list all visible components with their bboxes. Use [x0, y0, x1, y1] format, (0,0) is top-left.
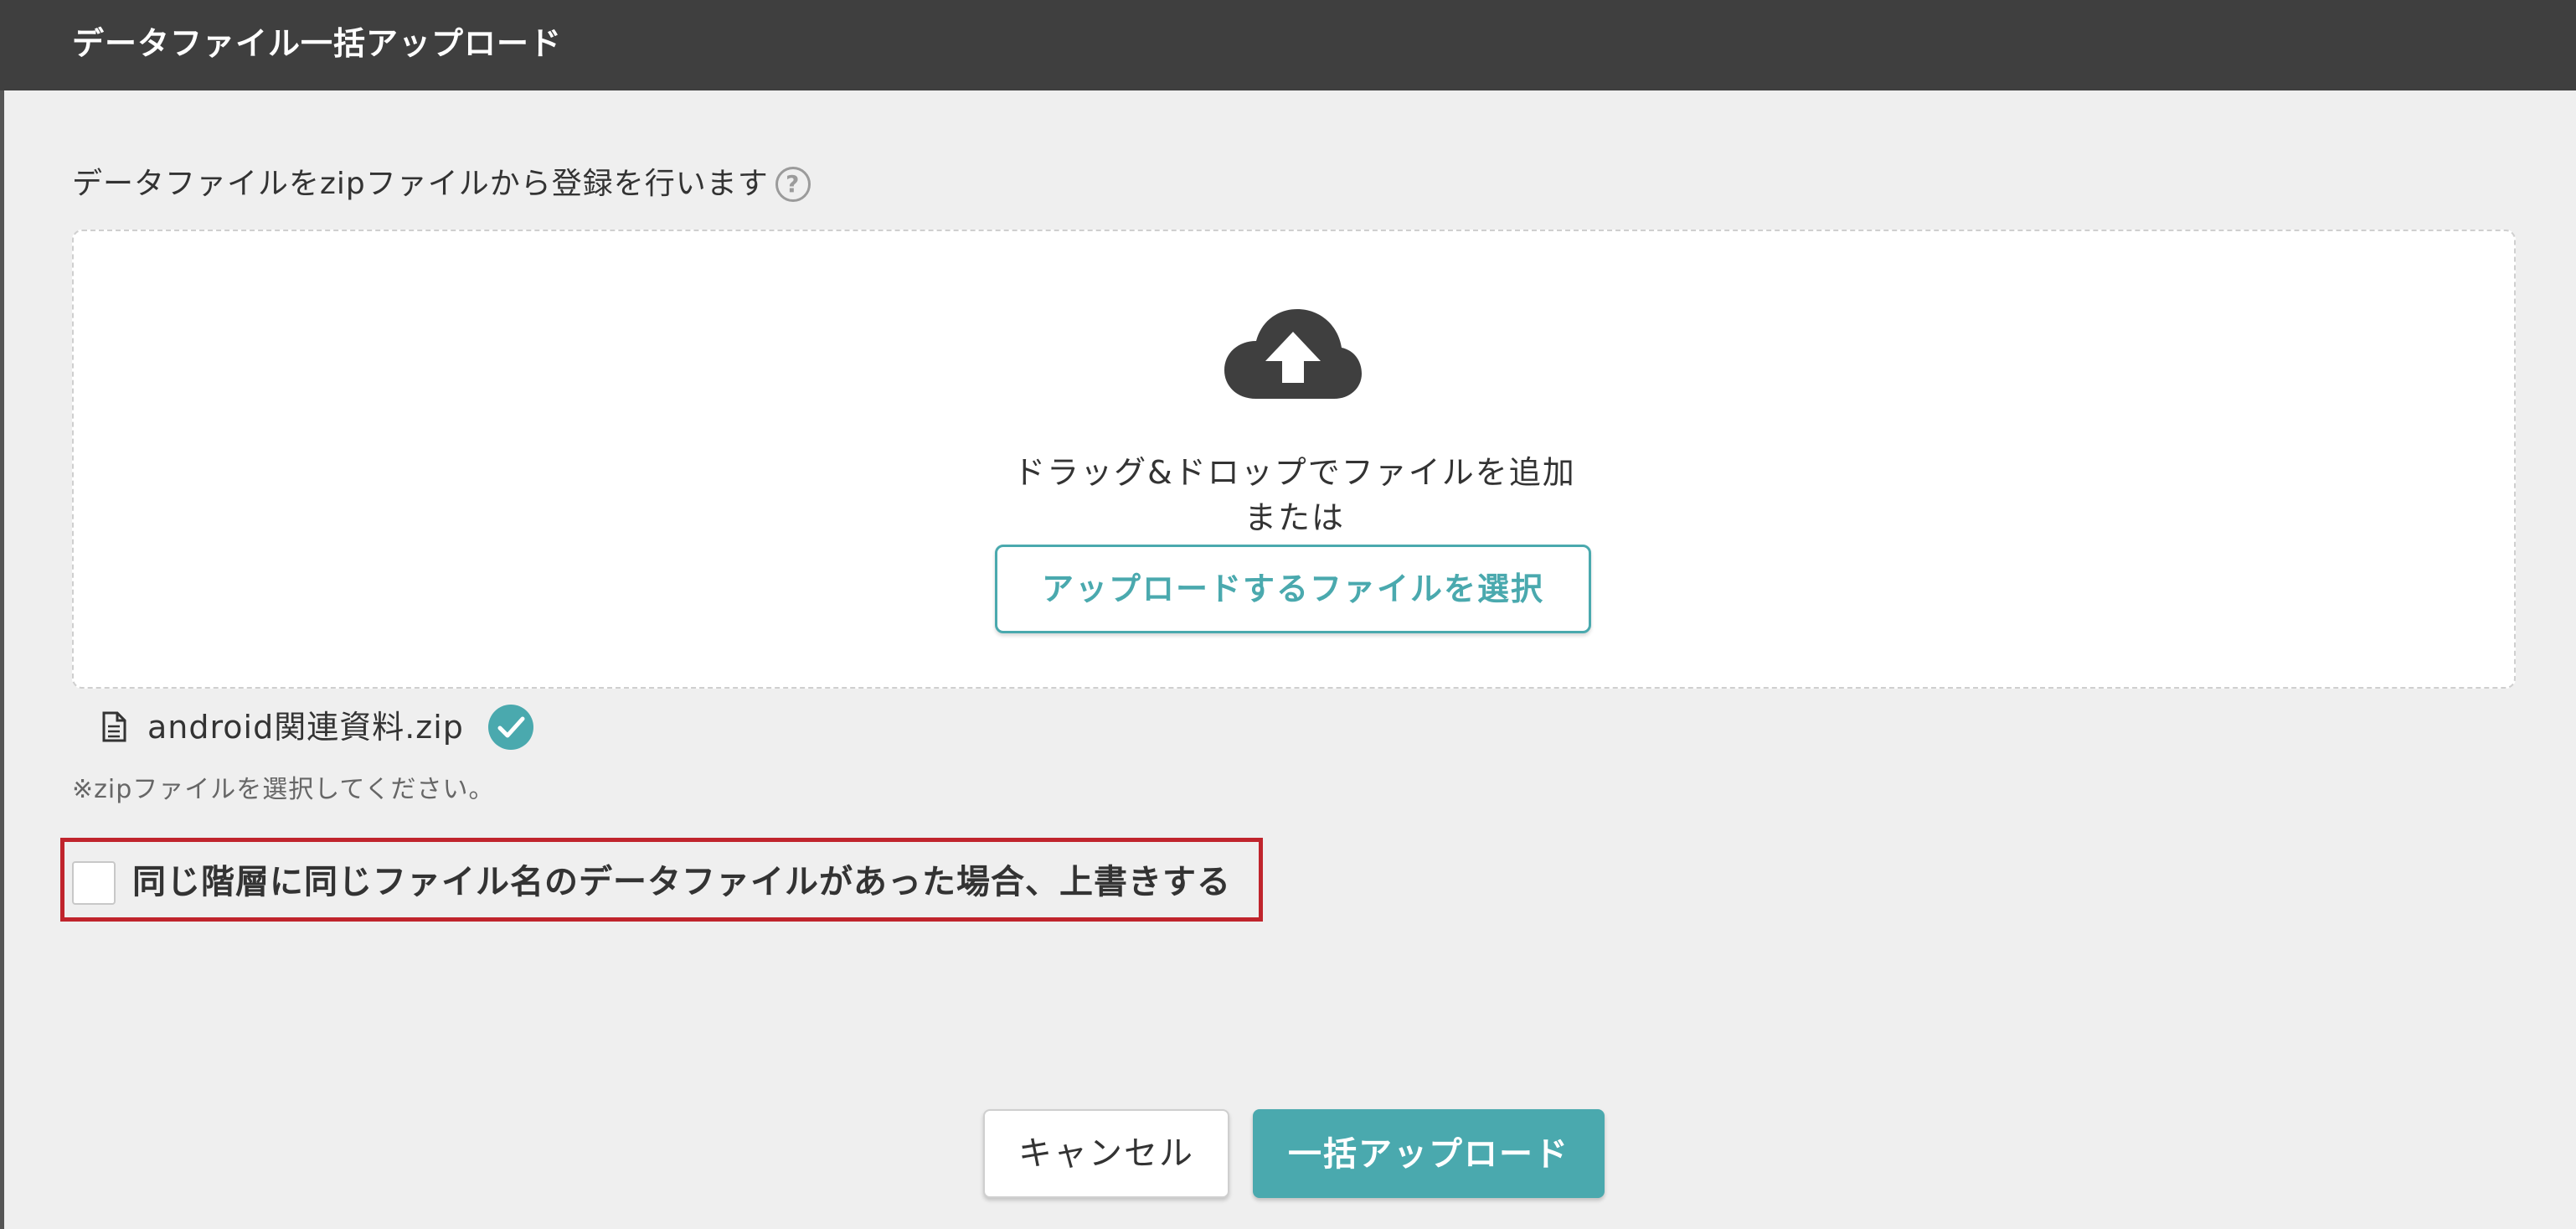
dialog-header: データファイル一括アップロード — [0, 0, 2576, 90]
question-circle-icon[interactable]: ? — [775, 167, 811, 202]
zip-file-note: ※zipファイルを選択してください。 — [72, 775, 495, 804]
drag-drop-text: ドラッグ&ドロップでファイルを追加 — [1013, 454, 1576, 491]
dialog-title: データファイル一括アップロード — [72, 25, 563, 62]
upload-description: データファイルをzipファイルから登録を行います ? — [72, 164, 811, 204]
cancel-button[interactable]: キャンセル — [983, 1109, 1229, 1198]
overwrite-checkbox-label[interactable]: 同じ階層に同じファイル名のデータファイルがあった場合、上書きする — [132, 860, 1231, 905]
window-left-edge — [0, 0, 4, 1229]
check-circle-icon — [487, 705, 533, 750]
overwrite-checkbox[interactable] — [72, 861, 116, 905]
selected-file-name: android関連資料.zip — [147, 709, 464, 746]
upload-dialog: データファイル一括アップロード データファイルをzipファイルから登録を行います… — [0, 0, 2576, 1229]
or-text: または — [1244, 499, 1345, 536]
description-text: データファイルをzipファイルから登録を行います — [72, 167, 769, 201]
document-icon — [102, 711, 126, 742]
select-upload-file-button[interactable]: アップロードするファイルを選択 — [995, 545, 1591, 633]
bulk-upload-button[interactable]: 一括アップロード — [1253, 1109, 1605, 1198]
cloud-upload-icon — [1224, 309, 1362, 399]
selected-file-row: android関連資料.zip — [100, 702, 534, 752]
